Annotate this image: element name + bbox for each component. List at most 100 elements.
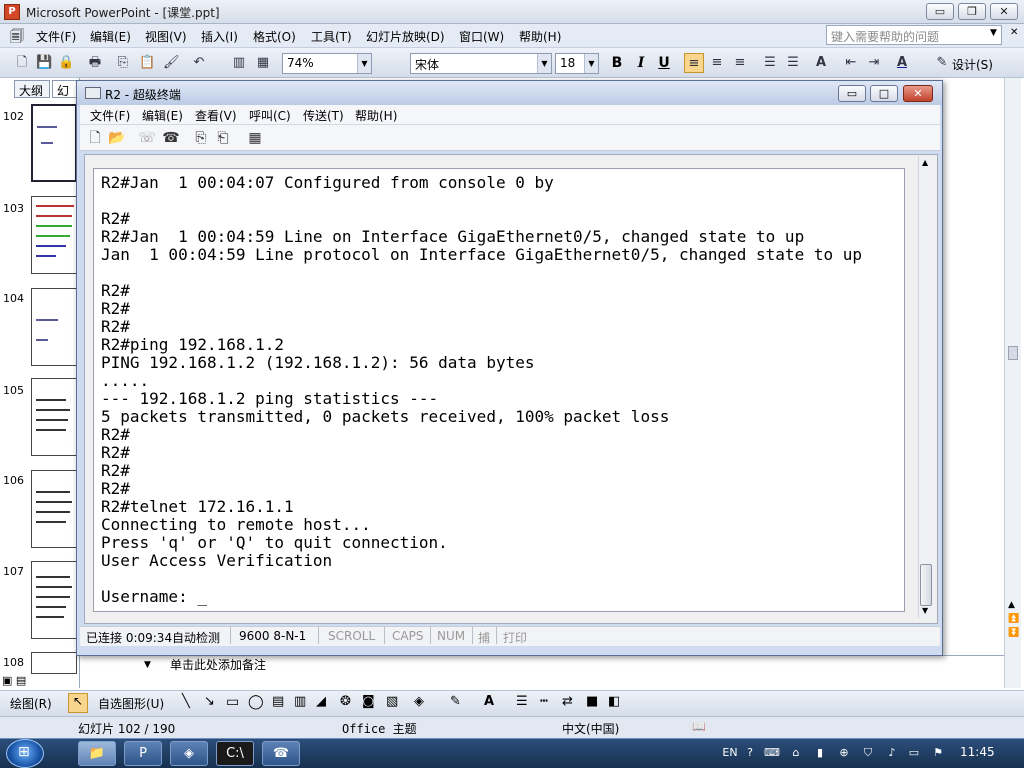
shadow-icon[interactable]: ■ — [586, 694, 598, 709]
ht-close-button[interactable]: ✕ — [903, 85, 933, 102]
menu-tools[interactable]: 工具(T) — [311, 28, 352, 45]
rectangle-icon[interactable]: ▭ — [226, 694, 239, 710]
design-icon[interactable]: ✎ — [934, 55, 950, 71]
help-icon[interactable]: ? — [742, 745, 758, 761]
wordart-icon[interactable]: ◢ — [316, 694, 326, 709]
taskbar-app[interactable]: ◈ — [170, 741, 208, 766]
ht-menu-call[interactable]: 呼叫(C) — [249, 107, 291, 124]
draw-menu[interactable]: 绘图(R) — [10, 695, 52, 712]
disconnect-icon[interactable]: ☎ — [162, 129, 180, 147]
terminal-scroll-thumb[interactable] — [920, 564, 932, 606]
prev-slide-icon[interactable]: ⏫ — [1008, 614, 1019, 624]
select-pointer-icon[interactable]: ↖ — [68, 693, 88, 713]
diagram-icon[interactable]: ❂ — [340, 694, 351, 709]
slide-thumbnail-107[interactable] — [31, 561, 77, 639]
undo-icon[interactable]: ↶ — [191, 55, 207, 71]
font-name-select[interactable]: 宋体 ▼ — [410, 53, 552, 74]
ht-minimize-button[interactable]: ▭ — [838, 85, 866, 102]
fill-color-icon[interactable]: ◈ — [414, 694, 424, 709]
keyboard-icon[interactable]: ⌨ — [764, 745, 780, 761]
slide-thumbnail-105[interactable] — [31, 378, 77, 456]
close-button[interactable]: ✕ — [990, 3, 1018, 20]
tab-outline[interactable]: 大纲 — [14, 80, 50, 98]
menu-format[interactable]: 格式(O) — [253, 28, 296, 45]
terminal-screen[interactable]: R2#Jan 1 00:04:07 Configured from consol… — [93, 168, 905, 612]
new-icon[interactable]: 🗋 — [14, 55, 30, 71]
taskbar-hyperterminal[interactable]: ☎ — [262, 741, 300, 766]
properties-icon[interactable]: ▦ — [246, 129, 264, 147]
scroll-up-icon[interactable]: ▲ — [922, 158, 928, 167]
flag-icon[interactable]: ⚑ — [930, 745, 946, 761]
clock[interactable]: 11:45 — [960, 745, 995, 759]
help-search-input[interactable]: 键入需要帮助的问题 — [826, 25, 1002, 45]
taskbar-explorer[interactable]: 📁 — [78, 741, 116, 766]
menu-help[interactable]: 帮助(H) — [519, 28, 561, 45]
copy-icon[interactable]: ⎘ — [115, 55, 131, 71]
format-painter-icon[interactable]: 🖌 — [163, 55, 180, 71]
paste-icon[interactable]: 📋 — [139, 55, 155, 71]
scroll-thumb[interactable] — [1008, 346, 1018, 360]
hyperterminal-app-icon[interactable] — [85, 87, 101, 99]
scroll-down-icon[interactable]: ▼ — [922, 606, 928, 615]
restore-button[interactable]: ❐ — [958, 3, 986, 20]
arrow-style-icon[interactable]: ⇄ — [562, 694, 573, 709]
decrease-indent-icon[interactable]: ⇤ — [843, 55, 859, 71]
receive-icon[interactable]: ⎗ — [214, 129, 232, 147]
align-right-icon[interactable]: ≡ — [732, 55, 748, 71]
network-icon[interactable]: ⌂ — [788, 745, 804, 761]
align-left-icon[interactable]: ≡ — [684, 53, 704, 73]
battery-icon[interactable]: ▮ — [812, 745, 828, 761]
italic-button[interactable]: I — [632, 55, 650, 71]
minimize-button[interactable]: ▭ — [926, 3, 954, 20]
ht-menu-file[interactable]: 文件(F) — [90, 107, 130, 124]
numbering-icon[interactable]: ☰ — [762, 55, 778, 71]
menu-insert[interactable]: 插入(I) — [201, 28, 238, 45]
menu-close-icon[interactable]: ✕ — [1010, 27, 1018, 38]
call-icon[interactable]: ☏ — [138, 129, 156, 147]
menu-view[interactable]: 视图(V) — [145, 28, 187, 45]
doc-menu-icon[interactable]: 🗐 — [10, 26, 24, 50]
ht-menu-help[interactable]: 帮助(H) — [355, 107, 397, 124]
tab-slides[interactable]: 幻 — [52, 80, 78, 98]
line-icon[interactable]: ╲ — [182, 694, 190, 709]
ht-menu-transfer[interactable]: 传送(T) — [303, 107, 344, 124]
terminal-scrollbar[interactable]: ▲ ▼ — [918, 156, 934, 618]
increase-font-icon[interactable]: A — [813, 55, 829, 71]
send-icon[interactable]: ⎘ — [192, 129, 210, 147]
ht-maximize-button[interactable]: □ — [870, 85, 898, 102]
menu-window[interactable]: 窗口(W) — [459, 28, 504, 45]
ht-menu-edit[interactable]: 编辑(E) — [142, 107, 183, 124]
taskbar-powerpoint[interactable]: P — [124, 741, 162, 766]
font-color-icon[interactable]: A — [894, 55, 910, 71]
help-dropdown-icon[interactable]: ▼ — [990, 28, 997, 38]
next-slide-icon[interactable]: ⏬ — [1008, 628, 1019, 638]
zoom-select[interactable]: 74% ▼ — [282, 53, 372, 74]
underline-button[interactable]: U — [655, 55, 673, 71]
view-buttons-icon[interactable]: ▣ ▤ — [2, 674, 26, 687]
shield-icon[interactable]: ⛉ — [860, 745, 876, 761]
slide-thumbnail-104[interactable] — [31, 288, 77, 366]
bullets-icon[interactable]: ☰ — [785, 55, 801, 71]
menu-slideshow[interactable]: 幻灯片放映(D) — [366, 28, 445, 45]
increase-indent-icon[interactable]: ⇥ — [866, 55, 882, 71]
line-color-icon[interactable]: ✎ — [450, 694, 461, 709]
picture-icon[interactable]: ▧ — [386, 694, 398, 709]
slide-thumbnail-108[interactable] — [31, 652, 77, 674]
save-icon[interactable]: 💾 — [36, 55, 52, 71]
update-icon[interactable]: ⊕ — [836, 745, 852, 761]
oval-icon[interactable]: ◯ — [248, 694, 264, 710]
slide-thumbnail-106[interactable] — [31, 470, 77, 548]
powerpoint-app-icon[interactable]: P — [4, 4, 20, 20]
textbox-icon[interactable]: ▤ — [272, 694, 284, 709]
taskbar-cmd[interactable]: C:\ — [216, 741, 254, 766]
font-size-select[interactable]: 18 ▼ — [555, 53, 599, 74]
font-color-icon[interactable]: A — [484, 694, 494, 709]
clipart-icon[interactable]: ◙ — [362, 694, 375, 709]
new-connection-icon[interactable]: 🗋 — [86, 129, 104, 147]
slide-thumbnail-102[interactable] — [31, 104, 77, 182]
volume-icon[interactable]: ♪ — [884, 745, 900, 761]
slide-vertical-scrollbar[interactable]: ▲ ⏫ ⏬ — [1004, 78, 1021, 688]
ht-menu-view[interactable]: 查看(V) — [195, 107, 237, 124]
3d-icon[interactable]: ◧ — [608, 694, 620, 709]
chart-icon[interactable]: ▥ — [231, 55, 247, 71]
